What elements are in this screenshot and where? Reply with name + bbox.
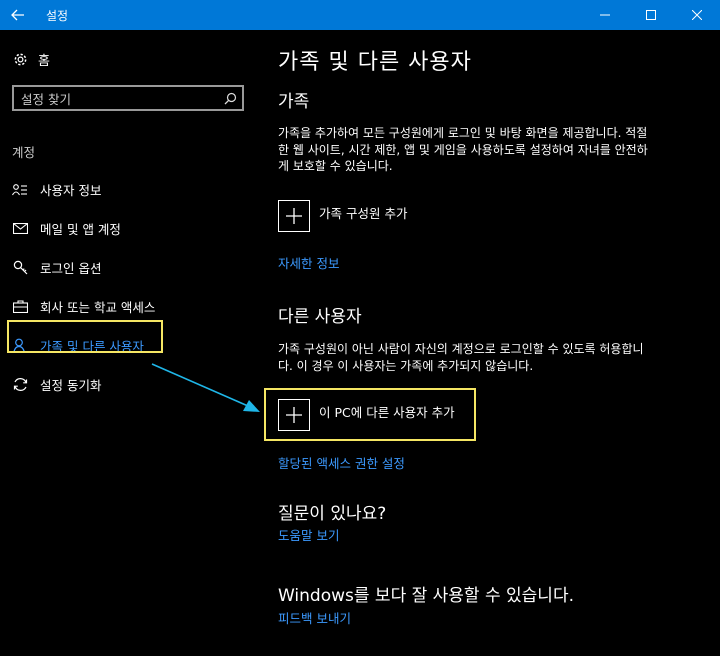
annotation-arrow bbox=[151, 363, 260, 412]
